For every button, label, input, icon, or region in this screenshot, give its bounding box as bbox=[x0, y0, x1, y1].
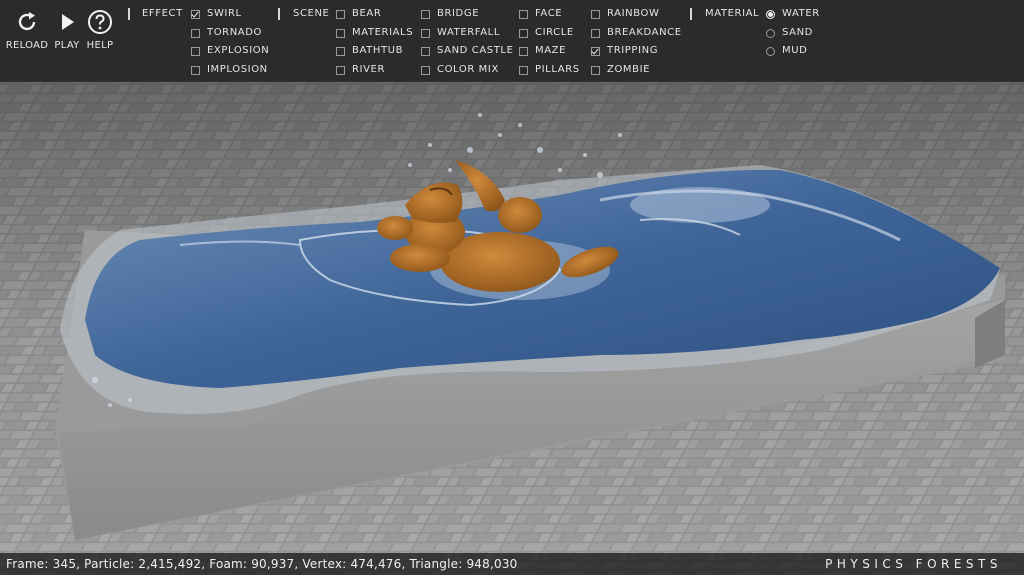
checkbox[interactable] bbox=[421, 66, 430, 75]
help-icon bbox=[78, 6, 122, 36]
separator bbox=[278, 8, 280, 20]
checkbox[interactable] bbox=[519, 29, 528, 38]
checkbox[interactable] bbox=[336, 10, 345, 19]
checkbox[interactable] bbox=[519, 66, 528, 75]
status-bar: Frame: 345, Particle: 2,415,492, Foam: 9… bbox=[0, 553, 1024, 575]
effect-label: EFFECT bbox=[142, 8, 183, 19]
top-toolbar: RELOAD PLAY HELP EFFECT SWIRL TORNADO EX… bbox=[0, 0, 1024, 82]
checkbox[interactable] bbox=[519, 10, 528, 19]
brand-logo-text: PHYSICS FORESTS bbox=[825, 557, 1002, 571]
material-label: MATERIAL bbox=[705, 8, 760, 19]
checkbox[interactable] bbox=[421, 47, 430, 56]
simulation-viewport[interactable] bbox=[0, 0, 1024, 575]
radio[interactable] bbox=[766, 10, 775, 19]
checkbox[interactable] bbox=[591, 10, 600, 19]
reload-button[interactable]: RELOAD bbox=[5, 6, 49, 51]
scene-label: SCENE bbox=[293, 8, 330, 19]
checkbox[interactable] bbox=[591, 47, 600, 56]
checkbox[interactable] bbox=[421, 29, 430, 38]
checkbox[interactable] bbox=[336, 47, 345, 56]
reload-label: RELOAD bbox=[5, 40, 49, 51]
checkbox[interactable] bbox=[336, 66, 345, 75]
scene-render bbox=[0, 80, 1024, 575]
checkbox[interactable] bbox=[421, 10, 430, 19]
help-label: HELP bbox=[86, 40, 114, 51]
reload-icon bbox=[5, 6, 49, 36]
checkbox[interactable] bbox=[191, 29, 200, 38]
checkbox[interactable] bbox=[336, 29, 345, 38]
radio[interactable] bbox=[766, 47, 775, 56]
checkbox[interactable] bbox=[191, 66, 200, 75]
checkbox[interactable] bbox=[591, 66, 600, 75]
checkbox[interactable] bbox=[191, 10, 200, 19]
separator bbox=[690, 8, 692, 20]
simulation-stats: Frame: 345, Particle: 2,415,492, Foam: 9… bbox=[6, 557, 518, 571]
help-button[interactable]: HELP bbox=[78, 6, 122, 51]
checkbox[interactable] bbox=[191, 47, 200, 56]
radio[interactable] bbox=[766, 29, 775, 38]
separator bbox=[128, 8, 130, 20]
checkbox[interactable] bbox=[519, 47, 528, 56]
checkbox[interactable] bbox=[591, 29, 600, 38]
